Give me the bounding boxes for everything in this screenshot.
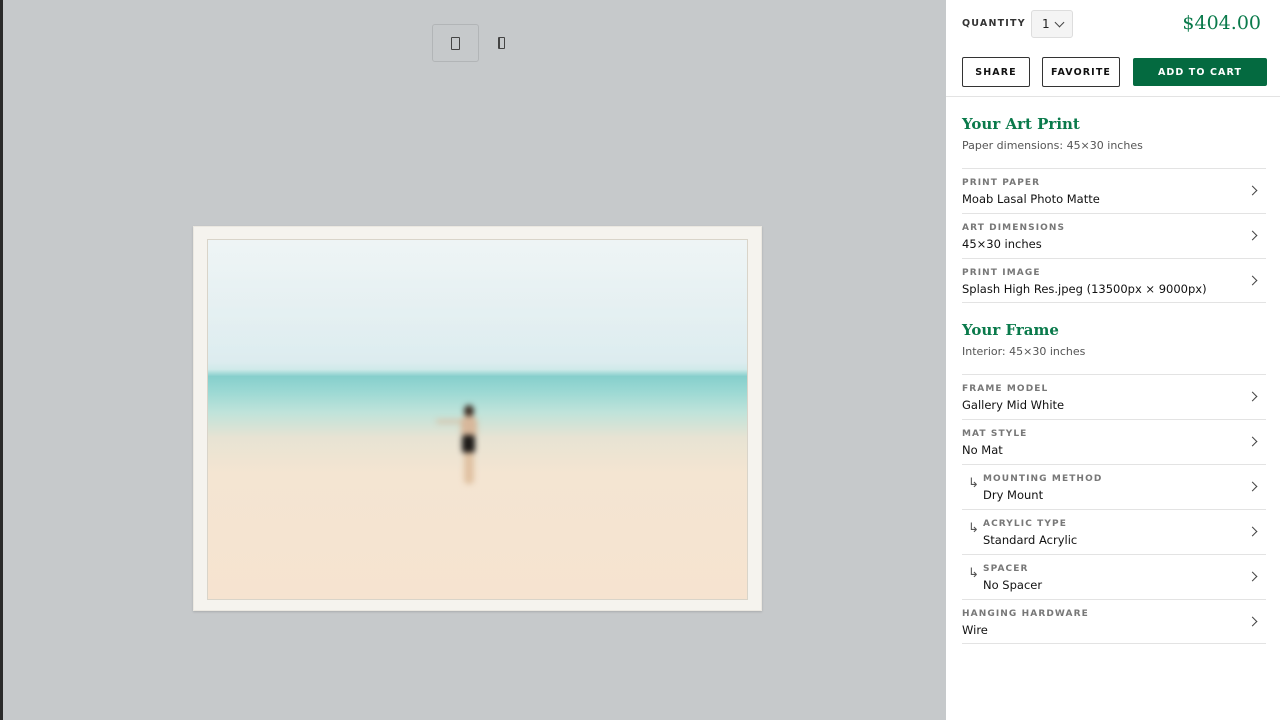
- add-to-cart-button[interactable]: ADD TO CART: [1133, 58, 1267, 86]
- option-acrylic-type[interactable]: ↳ ACRYLIC TYPE Standard Acrylic: [962, 509, 1266, 554]
- frame-preview-area: [3, 0, 946, 720]
- option-value: Splash High Res.jpeg (13500px × 9000px): [962, 282, 1207, 296]
- chevron-right-icon: [1247, 391, 1258, 402]
- art-print-subtitle: Paper dimensions: 45×30 inches: [962, 139, 1143, 152]
- frame-front-icon: [451, 36, 460, 50]
- option-value: Gallery Mid White: [962, 398, 1065, 412]
- sub-option-arrow-icon: ↳: [968, 566, 979, 581]
- framed-artwork: [193, 226, 762, 611]
- option-print-image[interactable]: PRINT IMAGE Splash High Res.jpeg (13500p…: [962, 258, 1266, 303]
- option-art-dimensions[interactable]: ART DIMENSIONS 45×30 inches: [962, 213, 1266, 258]
- quantity-value: 1: [1042, 17, 1050, 31]
- option-label: PRINT IMAGE: [962, 268, 1041, 278]
- option-label: SPACER: [983, 564, 1029, 574]
- option-value: Standard Acrylic: [983, 533, 1078, 547]
- favorite-button[interactable]: FAVORITE: [1042, 57, 1120, 87]
- front-view-toggle[interactable]: [432, 24, 479, 62]
- art-print-options: PRINT PAPER Moab Lasal Photo Matte ART D…: [962, 168, 1266, 303]
- frame-subtitle: Interior: 45×30 inches: [962, 345, 1086, 358]
- option-value: No Spacer: [983, 578, 1043, 592]
- chevron-right-icon: [1247, 616, 1258, 627]
- chevron-right-icon: [1247, 275, 1258, 286]
- option-label: MAT STYLE: [962, 429, 1028, 439]
- option-mounting-method[interactable]: ↳ MOUNTING METHOD Dry Mount: [962, 464, 1266, 509]
- running-figure: [436, 405, 480, 495]
- frame-side-icon: [497, 37, 505, 49]
- option-hanging-hardware[interactable]: HANGING HARDWARE Wire: [962, 599, 1266, 644]
- option-label: ACRYLIC TYPE: [983, 519, 1067, 529]
- configuration-sidebar: QUANTITY 1 $404.00 SHARE FAVORITE ADD TO…: [946, 0, 1280, 720]
- option-value: 45×30 inches: [962, 237, 1042, 251]
- frame-section: Your Frame Interior: 45×30 inches FRAME …: [946, 321, 1280, 644]
- option-label: PRINT PAPER: [962, 178, 1041, 188]
- art-print-section: Your Art Print Paper dimensions: 45×30 i…: [946, 115, 1280, 303]
- frame-options: FRAME MODEL Gallery Mid White MAT STYLE …: [962, 374, 1266, 644]
- side-view-toggle[interactable]: [487, 24, 515, 62]
- art-print-title: Your Art Print: [962, 115, 1080, 133]
- option-label: HANGING HARDWARE: [962, 609, 1089, 619]
- option-frame-model[interactable]: FRAME MODEL Gallery Mid White: [962, 374, 1266, 419]
- option-label: ART DIMENSIONS: [962, 223, 1066, 233]
- option-spacer[interactable]: ↳ SPACER No Spacer: [962, 554, 1266, 599]
- sub-option-arrow-icon: ↳: [968, 476, 979, 491]
- price: $404.00: [1182, 12, 1261, 34]
- chevron-right-icon: [1247, 230, 1258, 241]
- sub-option-arrow-icon: ↳: [968, 521, 979, 536]
- option-value: Dry Mount: [983, 488, 1044, 502]
- quantity-select[interactable]: 1: [1031, 10, 1073, 38]
- option-mat-style[interactable]: MAT STYLE No Mat: [962, 419, 1266, 464]
- option-print-paper[interactable]: PRINT PAPER Moab Lasal Photo Matte: [962, 168, 1266, 213]
- art-print-image: [207, 239, 748, 600]
- quantity-label: QUANTITY: [962, 18, 1026, 29]
- frame-title: Your Frame: [962, 321, 1059, 339]
- chevron-right-icon: [1247, 526, 1258, 537]
- order-bar: QUANTITY 1 $404.00 SHARE FAVORITE ADD TO…: [946, 0, 1280, 97]
- option-label: MOUNTING METHOD: [983, 474, 1103, 484]
- chevron-right-icon: [1247, 436, 1258, 447]
- chevron-down-icon: [1054, 17, 1065, 28]
- chevron-right-icon: [1247, 481, 1258, 492]
- chevron-right-icon: [1247, 571, 1258, 582]
- option-value: Wire: [962, 623, 988, 637]
- share-button[interactable]: SHARE: [962, 57, 1030, 87]
- option-value: No Mat: [962, 443, 1003, 457]
- option-value: Moab Lasal Photo Matte: [962, 192, 1100, 206]
- option-label: FRAME MODEL: [962, 384, 1049, 394]
- chevron-right-icon: [1247, 185, 1258, 196]
- sky: [208, 240, 747, 370]
